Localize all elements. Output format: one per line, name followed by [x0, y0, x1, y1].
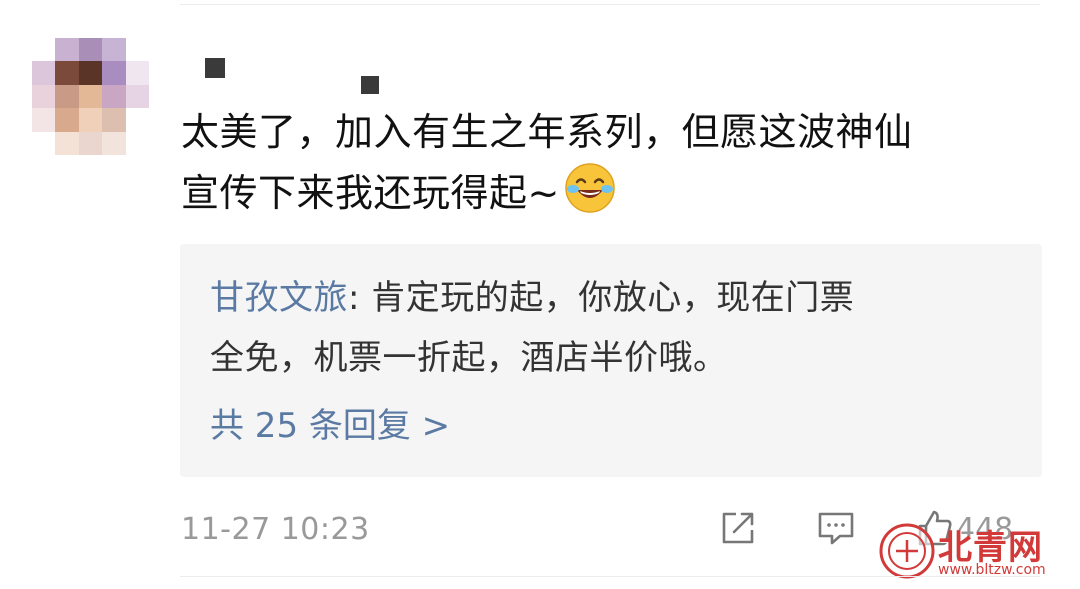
username-redacted[interactable] — [205, 56, 385, 96]
reply-preview-box[interactable]: 甘孜文旅: 肯定玩的起，你放心，现在门票 全免，机票一折起，酒店半价哦。 共 2… — [180, 244, 1042, 477]
share-icon[interactable] — [718, 508, 758, 548]
reply-text: 甘孜文旅: 肯定玩的起，你放心，现在门票 全免，机票一折起，酒店半价哦。 — [210, 268, 1010, 388]
reply-author-link[interactable]: 甘孜文旅 — [210, 278, 348, 318]
bottom-divider — [180, 576, 1040, 577]
top-divider — [180, 4, 1040, 5]
watermark-seal-icon — [879, 523, 935, 579]
view-all-replies-link[interactable]: 共 25 条回复 > — [210, 401, 450, 451]
laughing-tears-emoji — [565, 163, 615, 213]
reply-text-line-1: 肯定玩的起，你放心，现在门票 — [371, 278, 855, 318]
avatar[interactable] — [32, 38, 149, 155]
reply-text-line-2: 全免，机票一折起，酒店半价哦。 — [210, 338, 728, 378]
reply-separator: : — [348, 278, 372, 318]
comment-text: 太美了，加入有生之年系列，但愿这波神仙 宣传下来我还玩得起~ — [181, 102, 1041, 223]
comment-line-1: 太美了，加入有生之年系列，但愿这波神仙 — [181, 110, 913, 154]
comment-line-2: 宣传下来我还玩得起~ — [181, 171, 560, 215]
comment-timestamp: 11-27 10:23 — [181, 512, 370, 547]
comment-icon[interactable] — [816, 508, 856, 548]
